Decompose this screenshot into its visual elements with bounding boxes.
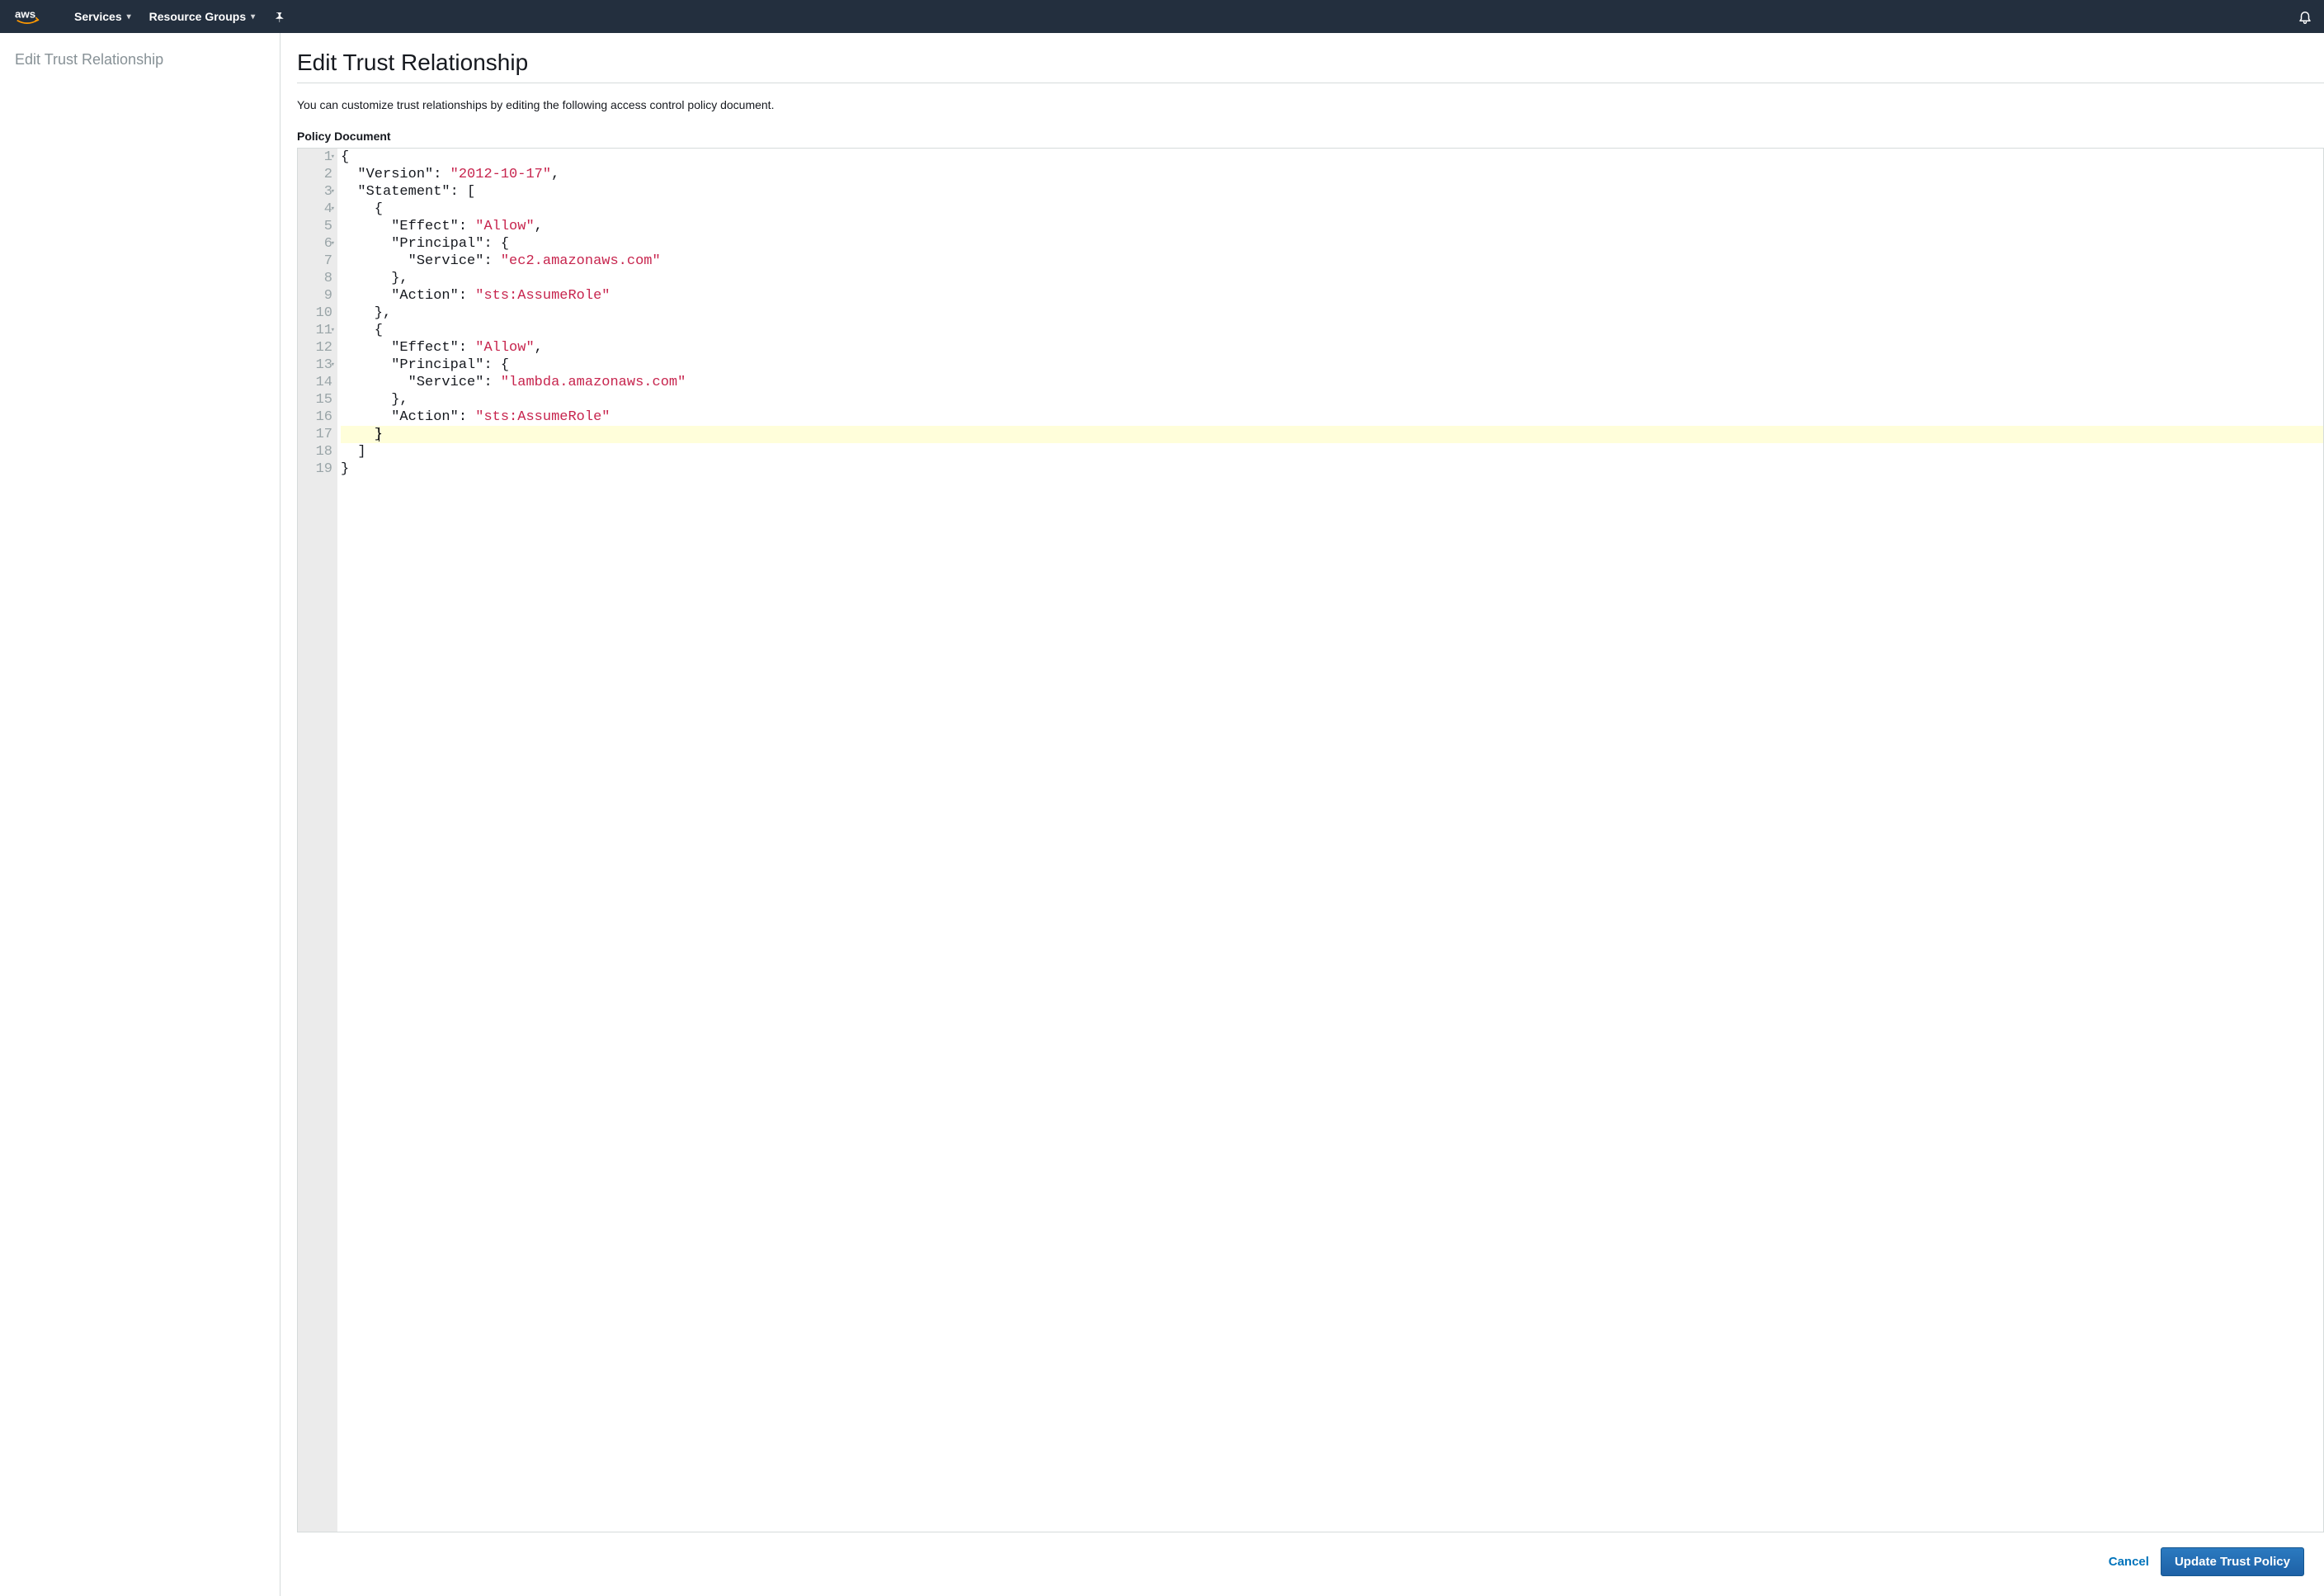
sidebar-title: Edit Trust Relationship — [15, 51, 265, 68]
nav-resource-groups[interactable]: Resource Groups ▾ — [149, 10, 256, 23]
bell-icon[interactable] — [2298, 9, 2312, 24]
chevron-down-icon: ▾ — [127, 12, 131, 21]
nav-services[interactable]: Services ▾ — [74, 10, 131, 23]
nav-services-label: Services — [74, 10, 122, 23]
main-panel: Edit Trust Relationship You can customiz… — [280, 33, 2324, 1596]
footer-actions: Cancel Update Trust Policy — [280, 1532, 2324, 1596]
aws-logo[interactable]: aws — [15, 8, 56, 25]
svg-text:aws: aws — [15, 8, 35, 21]
update-trust-policy-button[interactable]: Update Trust Policy — [2161, 1547, 2304, 1576]
nav-resource-groups-label: Resource Groups — [149, 10, 246, 23]
page-description: You can customize trust relationships by… — [297, 98, 2324, 111]
chevron-down-icon: ▾ — [251, 12, 255, 21]
policy-document-label: Policy Document — [297, 130, 2324, 143]
page-title: Edit Trust Relationship — [297, 50, 2324, 83]
policy-editor[interactable]: 12345678910111213141516171819 { "Version… — [297, 148, 2324, 1532]
cancel-button[interactable]: Cancel — [2109, 1555, 2149, 1569]
editor-gutter: 12345678910111213141516171819 — [298, 149, 337, 1532]
top-navbar: aws Services ▾ Resource Groups ▾ — [0, 0, 2324, 33]
editor-code[interactable]: { "Version": "2012-10-17", "Statement": … — [337, 149, 2323, 1532]
pin-icon[interactable] — [273, 11, 285, 22]
sidebar: Edit Trust Relationship — [0, 33, 280, 1596]
